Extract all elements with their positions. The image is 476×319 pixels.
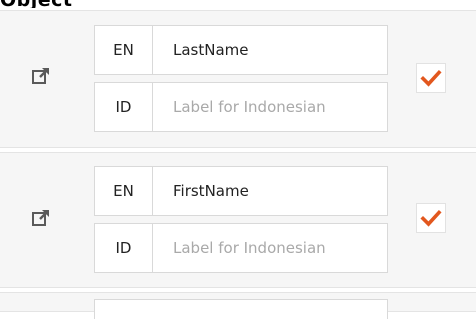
section-header-label: Object bbox=[0, 0, 73, 8]
field-row-lastname: EN LastName ID Label for Indonesian bbox=[0, 10, 476, 148]
language-code-label: ID bbox=[115, 98, 132, 116]
language-code-label: EN bbox=[113, 182, 134, 200]
label-input-placeholder: Label for Indonesian bbox=[173, 98, 326, 116]
language-code-label: ID bbox=[115, 239, 132, 257]
label-input-value: LastName bbox=[173, 41, 249, 59]
enabled-checkbox[interactable] bbox=[416, 203, 446, 233]
language-code-label: EN bbox=[113, 41, 134, 59]
label-input-id[interactable]: Label for Indonesian bbox=[152, 82, 388, 132]
label-input-value: FirstName bbox=[173, 182, 249, 200]
field-row-partial bbox=[0, 292, 476, 319]
external-link-icon[interactable] bbox=[30, 207, 52, 229]
language-code-en: EN bbox=[94, 25, 153, 75]
field-row-firstname: EN FirstName ID Label for Indonesian bbox=[0, 152, 476, 288]
label-input-en[interactable]: FirstName bbox=[152, 166, 388, 216]
section-header: Object bbox=[0, 0, 476, 8]
language-code-en: EN bbox=[94, 166, 153, 216]
checkmark-icon bbox=[420, 69, 442, 87]
label-input-partial[interactable] bbox=[94, 299, 388, 319]
enabled-checkbox[interactable] bbox=[416, 63, 446, 93]
checkmark-icon bbox=[420, 209, 442, 227]
label-input-en[interactable]: LastName bbox=[152, 25, 388, 75]
label-input-placeholder: Label for Indonesian bbox=[173, 239, 326, 257]
language-code-id: ID bbox=[94, 223, 153, 273]
language-code-id: ID bbox=[94, 82, 153, 132]
external-link-icon[interactable] bbox=[30, 65, 52, 87]
label-input-id[interactable]: Label for Indonesian bbox=[152, 223, 388, 273]
